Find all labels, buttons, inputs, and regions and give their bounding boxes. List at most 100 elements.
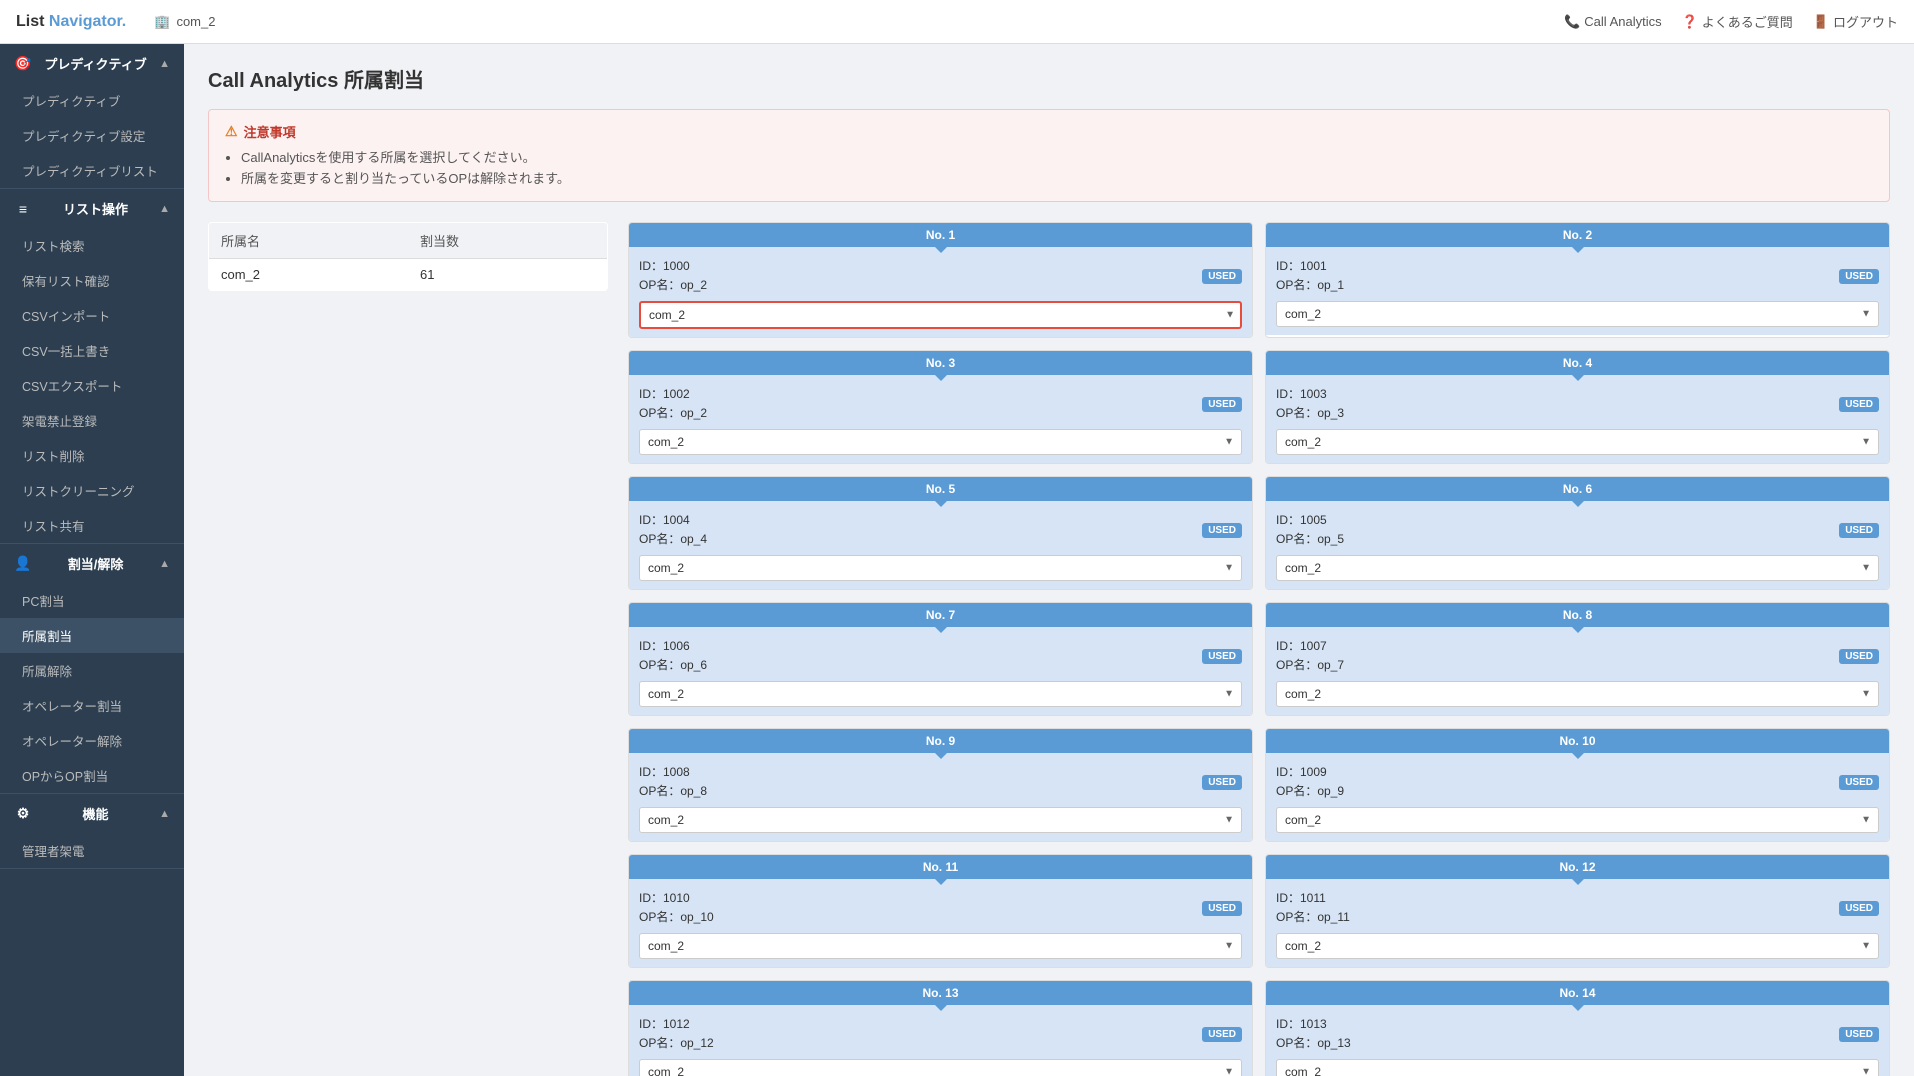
slot-select-No. 2[interactable]: com_2com_1com_3 [1276, 301, 1879, 327]
slot-op: OP名：op_13 [1276, 1034, 1351, 1051]
sidebar-section-func: ⚙機能▲管理者架電 [0, 794, 184, 869]
cell-name: com_2 [209, 259, 409, 291]
company-name: com_2 [176, 14, 215, 29]
sidebar-item-オペレーター解除[interactable]: オペレーター解除 [0, 723, 184, 758]
section-label-predictive: プレディクティブ [44, 54, 146, 73]
sidebar-section-header-func[interactable]: ⚙機能▲ [0, 794, 184, 833]
slot-select-wrapper-No. 11: com_2com_1com_3 [639, 933, 1242, 959]
slot-select-No. 5[interactable]: com_2com_1com_3 [639, 555, 1242, 581]
slot-op: OP名：op_2 [639, 276, 707, 293]
app-logo: List Navigator. [16, 13, 126, 31]
slot-body-No. 14: ID：1013OP名：op_13USEDcom_2com_1com_3 [1266, 1005, 1889, 1076]
slot-select-No. 4[interactable]: com_2com_1com_3 [1276, 429, 1879, 455]
slot-select-No. 10[interactable]: com_2com_1com_3 [1276, 807, 1879, 833]
sidebar-item-オペレーター割当[interactable]: オペレーター割当 [0, 688, 184, 723]
used-badge: USED [1839, 397, 1879, 412]
slot-id: ID：1001 [1276, 257, 1344, 274]
section-icon-func: ⚙ [14, 805, 32, 823]
slot-card-no.-8: No. 8ID：1007OP名：op_7USEDcom_2com_1com_3 [1265, 602, 1890, 716]
slot-body-No. 3: ID：1002OP名：op_2USEDcom_2com_1com_3 [629, 375, 1252, 463]
slot-info-No. 11: ID：1010OP名：op_10USED [639, 889, 1242, 927]
sidebar-item-リスト削除[interactable]: リスト削除 [0, 438, 184, 473]
slot-header-No. 14: No. 14 [1266, 981, 1889, 1005]
slot-header-No. 7: No. 7 [629, 603, 1252, 627]
slot-select-No. 9[interactable]: com_2com_1com_3 [639, 807, 1242, 833]
slot-body-No. 5: ID：1004OP名：op_4USEDcom_2com_1com_3 [629, 501, 1252, 589]
slot-select-No. 3[interactable]: com_2com_1com_3 [639, 429, 1242, 455]
sidebar-item-OPからOP割当[interactable]: OPからOP割当 [0, 758, 184, 793]
section-label-list-ops: リスト操作 [63, 199, 128, 218]
sidebar-item-保有リスト確認[interactable]: 保有リスト確認 [0, 263, 184, 298]
sidebar-item-プレディクティブリスト[interactable]: プレディクティブリスト [0, 153, 184, 188]
sidebar-item-CSV一括上書き[interactable]: CSV一括上書き [0, 333, 184, 368]
slot-header-No. 9: No. 9 [629, 729, 1252, 753]
sidebar-section-header-predictive[interactable]: 🎯プレディクティブ▲ [0, 44, 184, 83]
slot-select-wrapper-No. 7: com_2com_1com_3 [639, 681, 1242, 707]
slot-header-No. 6: No. 6 [1266, 477, 1889, 501]
slot-id: ID：1002 [639, 385, 707, 402]
notice-title: ⚠ 注意事項 [225, 122, 1873, 141]
sidebar-item-所属解除[interactable]: 所属解除 [0, 653, 184, 688]
slot-info-No. 2: ID：1001OP名：op_1USED [1276, 257, 1879, 295]
slot-body-No. 1: ID：1000OP名：op_2USEDcom_2com_1com_3 [629, 247, 1252, 337]
chevron-icon-predictive: ▲ [159, 58, 170, 70]
slot-id: ID：1013 [1276, 1015, 1351, 1032]
used-badge: USED [1202, 649, 1242, 664]
col-name-header: 所属名 [209, 223, 409, 259]
slot-id: ID：1005 [1276, 511, 1344, 528]
section-icon-assign: 👤 [14, 555, 32, 573]
sidebar-item-プレディクティブ[interactable]: プレディクティブ [0, 83, 184, 118]
slot-select-No. 13[interactable]: com_2com_1com_3 [639, 1059, 1242, 1076]
slot-select-No. 8[interactable]: com_2com_1com_3 [1276, 681, 1879, 707]
slot-select-No. 12[interactable]: com_2com_1com_3 [1276, 933, 1879, 959]
section-label-assign: 割当/解除 [68, 554, 124, 573]
slot-op: OP名：op_8 [639, 782, 707, 799]
assign-table-container: 所属名 割当数 com_261 [208, 222, 608, 291]
slot-select-No. 1[interactable]: com_2com_1com_3 [639, 301, 1242, 329]
col-count-header: 割当数 [408, 223, 607, 259]
slot-id: ID：1006 [639, 637, 707, 654]
sidebar-item-リスト検索[interactable]: リスト検索 [0, 228, 184, 263]
sidebar-item-架電禁止登録[interactable]: 架電禁止登録 [0, 403, 184, 438]
slot-body-No. 10: ID：1009OP名：op_9USEDcom_2com_1com_3 [1266, 753, 1889, 841]
slot-card-no.-13: No. 13ID：1012OP名：op_12USEDcom_2com_1com_… [628, 980, 1253, 1076]
used-badge: USED [1839, 775, 1879, 790]
notice-item: CallAnalyticsを使用する所属を選択してください。 [241, 147, 1873, 166]
slot-body-No. 9: ID：1008 OP名：op_8 USED com_2com_1com_3 [629, 753, 1252, 841]
call-analytics-link[interactable]: 📞 Call Analytics [1564, 14, 1662, 30]
sidebar-item-PC割当[interactable]: PC割当 [0, 583, 184, 618]
notice-list: CallAnalyticsを使用する所属を選択してください。所属を変更すると割り… [225, 147, 1873, 187]
slot-select-No. 7[interactable]: com_2com_1com_3 [639, 681, 1242, 707]
slot-card-no.-7: No. 7ID：1006OP名：op_6USEDcom_2com_1com_3 [628, 602, 1253, 716]
slot-id: ID：1008 [639, 763, 707, 780]
sidebar-section-header-assign[interactable]: 👤 割当/解除 ▲ [0, 544, 184, 583]
slot-op: OP名：op_11 [1276, 908, 1350, 925]
sidebar-item-管理者架電[interactable]: 管理者架電 [0, 833, 184, 868]
slot-card-no.-5: No. 5ID：1004OP名：op_4USEDcom_2com_1com_3 [628, 476, 1253, 590]
sidebar-section-list-ops: ≡リスト操作▲リスト検索保有リスト確認CSVインポートCSV一括上書きCSVエク… [0, 189, 184, 544]
sidebar-item-リスト共有[interactable]: リスト共有 [0, 508, 184, 543]
current-company: 🏢 com_2 [154, 14, 215, 30]
faq-link[interactable]: ❓ よくあるご質問 [1682, 12, 1793, 31]
sidebar-item-CSVエクスポート[interactable]: CSVエクスポート [0, 368, 184, 403]
sidebar-item-所属割当[interactable]: 所属割当 [0, 618, 184, 653]
sidebar-item-CSVインポート[interactable]: CSVインポート [0, 298, 184, 333]
logout-link[interactable]: 🚪 ログアウト [1813, 12, 1898, 31]
sidebar-item-リストクリーニング[interactable]: リストクリーニング [0, 473, 184, 508]
slot-op: OP名：op_9 [1276, 782, 1344, 799]
slot-info-No. 9: ID：1008 OP名：op_8 USED [639, 763, 1242, 801]
two-col-layout: 所属名 割当数 com_261 No. 1ID：1000OP名：op_2USED… [208, 222, 1890, 1076]
used-badge: USED [1202, 775, 1242, 790]
sidebar-section-header-list-ops[interactable]: ≡リスト操作▲ [0, 189, 184, 228]
chevron-icon-assign: ▲ [159, 558, 170, 570]
slot-select-No. 14[interactable]: com_2com_1com_3 [1276, 1059, 1879, 1076]
assign-table: 所属名 割当数 com_261 [208, 222, 608, 291]
sidebar-item-プレディクティブ設定[interactable]: プレディクティブ設定 [0, 118, 184, 153]
slot-id: ID：1012 [639, 1015, 714, 1032]
chevron-icon-list-ops: ▲ [159, 203, 170, 215]
slot-select-wrapper-No. 8: com_2com_1com_3 [1276, 681, 1879, 707]
slot-select-No. 6[interactable]: com_2com_1com_3 [1276, 555, 1879, 581]
slot-select-wrapper-No. 4: com_2com_1com_3 [1276, 429, 1879, 455]
slot-select-No. 11[interactable]: com_2com_1com_3 [639, 933, 1242, 959]
company-icon: 🏢 [154, 14, 170, 30]
